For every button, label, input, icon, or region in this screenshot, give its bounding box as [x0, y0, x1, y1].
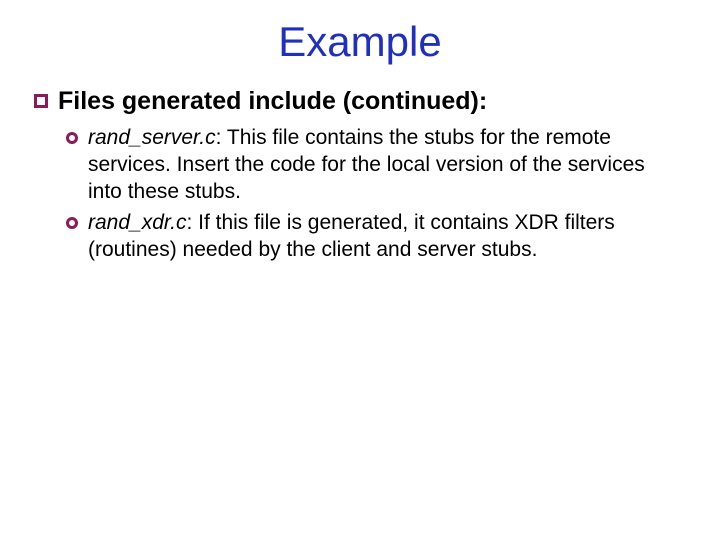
filename: rand_xdr.c [88, 211, 186, 234]
level2-text: rand_xdr.c: If this file is generated, i… [88, 210, 648, 264]
square-bullet-icon [34, 94, 48, 108]
slide: Example Files generated include (continu… [0, 0, 720, 540]
separator: : [186, 211, 198, 234]
circle-bullet-icon [66, 132, 78, 144]
list-item: rand_xdr.c: If this file is generated, i… [66, 210, 686, 264]
list-item: rand_server.c: This file contains the st… [66, 125, 686, 206]
separator: : [216, 126, 227, 149]
level2-text: rand_server.c: This file contains the st… [88, 125, 648, 206]
level1-text: Files generated include (continued): [58, 86, 487, 117]
circle-bullet-icon [66, 217, 78, 229]
list-item: Files generated include (continued): [34, 86, 686, 117]
slide-body: Files generated include (continued): ran… [0, 86, 720, 264]
filename: rand_server.c [88, 126, 216, 149]
slide-title: Example [0, 0, 720, 78]
